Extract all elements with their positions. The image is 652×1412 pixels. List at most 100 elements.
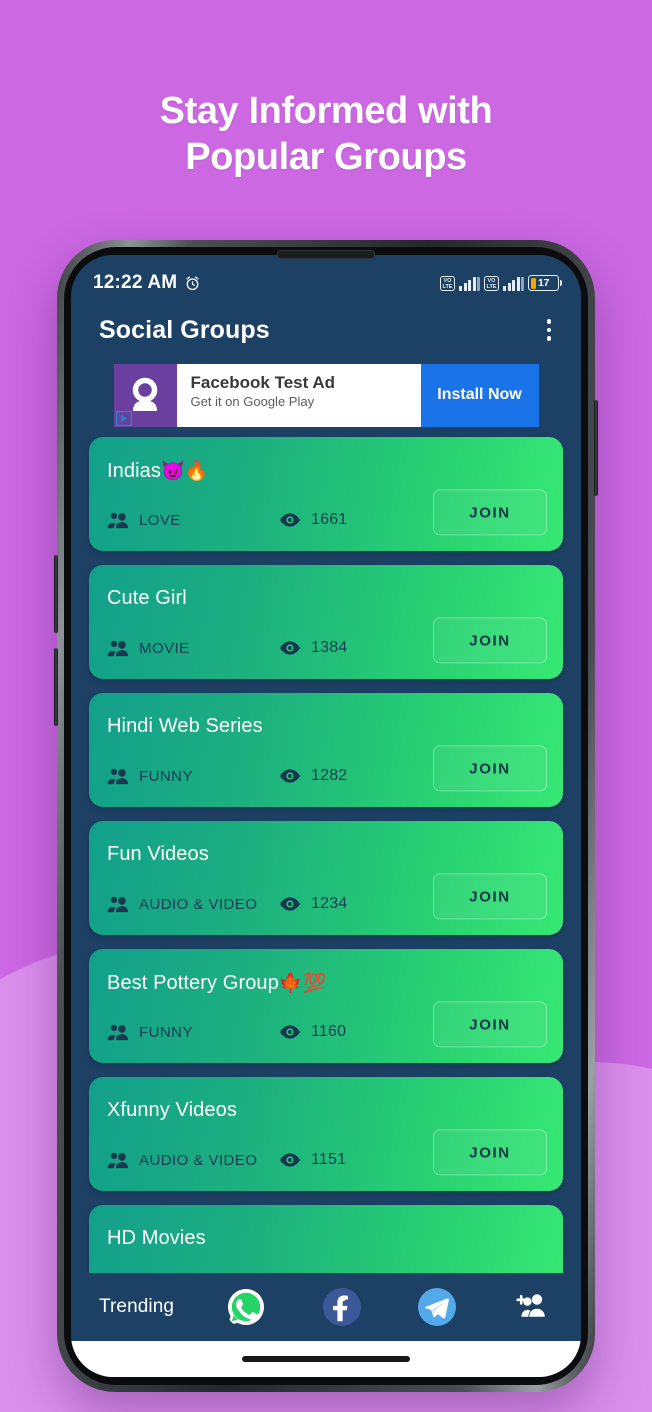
- bottom-navigation-bar: Trending: [71, 1273, 581, 1341]
- group-card[interactable]: HD Movies: [89, 1205, 563, 1273]
- nav-item-trending[interactable]: Trending: [99, 1296, 174, 1318]
- group-card[interactable]: Best Pottery Group🍁💯 FUNNY 1160 JOIN: [89, 949, 563, 1063]
- ad-banner-container: Facebook Test Ad Get it on Google Play I…: [71, 359, 581, 431]
- promo-heading-line-2: Popular Groups: [185, 136, 467, 178]
- group-name: Fun Videos: [107, 843, 209, 866]
- group-card[interactable]: Xfunny Videos AUDIO & VIDEO 1151 JOIN: [89, 1077, 563, 1191]
- app-bar: Social Groups: [71, 301, 581, 359]
- group-views-block: 1160: [279, 1023, 346, 1041]
- group-name-text: Hindi Web Series: [107, 715, 263, 737]
- ad-banner[interactable]: Facebook Test Ad Get it on Google Play I…: [113, 363, 539, 427]
- group-name-emoji: 🍁💯: [278, 973, 327, 994]
- group-category-label: MOVIE: [139, 639, 190, 657]
- gesture-home-pill[interactable]: [242, 1356, 410, 1362]
- group-name: HD Movies: [107, 1227, 206, 1250]
- group-category-label: FUNNY: [139, 1023, 193, 1041]
- whatsapp-icon: [228, 1289, 265, 1326]
- group-name-text: Best Pottery Group: [107, 972, 279, 994]
- join-button[interactable]: JOIN: [433, 1129, 547, 1176]
- facebook-icon: [322, 1288, 361, 1326]
- group-list[interactable]: Indias😈🔥 LOVE 1661 JOIN Cute Girl MOVIE 1384 JO…: [71, 431, 581, 1273]
- more-vertical-icon[interactable]: [543, 313, 556, 347]
- ad-title: Facebook Test Ad: [190, 372, 336, 392]
- volte-sim2-icon: VO LTE: [484, 275, 499, 291]
- group-category-block: LOVE: [107, 511, 181, 529]
- eye-icon: [279, 1153, 301, 1167]
- group-views-block: 1282: [279, 767, 347, 785]
- group-category-label: AUDIO & VIDEO: [139, 1151, 258, 1169]
- ad-avatar-icon: [132, 377, 158, 411]
- status-bar-left: 12:22 AM: [93, 272, 201, 294]
- eye-icon: [279, 1025, 301, 1039]
- people-icon: [107, 512, 129, 529]
- ad-install-button[interactable]: Install Now: [420, 363, 539, 427]
- volume-down-button[interactable]: [54, 648, 58, 726]
- group-category-block: FUNNY: [107, 767, 193, 785]
- status-bar-right: VO LTE VO LTE 17: [440, 275, 562, 291]
- group-category-label: AUDIO & VIDEO: [139, 895, 258, 913]
- ad-app-icon: [113, 363, 177, 427]
- join-button[interactable]: JOIN: [433, 745, 547, 792]
- group-name: Hindi Web Series: [107, 715, 263, 738]
- group-name: Best Pottery Group🍁💯: [107, 971, 326, 995]
- group-name: Cute Girl: [107, 587, 187, 610]
- gesture-navigation-area: [71, 1341, 581, 1377]
- group-category-block: FUNNY: [107, 1023, 193, 1041]
- group-name-text: Fun Videos: [107, 843, 209, 865]
- nav-item-add-group[interactable]: [509, 1284, 555, 1330]
- nav-item-facebook[interactable]: [319, 1284, 365, 1330]
- signal-strength-sim2-icon: [503, 276, 524, 291]
- battery-icon: 17: [528, 275, 562, 291]
- promo-heading-line-1: Stay Informed with: [159, 90, 493, 132]
- eye-icon: [279, 769, 301, 783]
- group-views-count: 1384: [311, 639, 348, 656]
- group-name: Xfunny Videos: [107, 1099, 237, 1122]
- telegram-icon: [417, 1288, 456, 1326]
- group-views-count: 1234: [311, 895, 348, 912]
- people-icon: [107, 640, 129, 657]
- group-card[interactable]: Hindi Web Series FUNNY 1282 JOIN: [89, 693, 563, 807]
- eye-icon: [279, 641, 301, 655]
- eye-icon: [279, 513, 301, 527]
- join-button[interactable]: JOIN: [433, 617, 547, 664]
- group-name-text: Xfunny Videos: [107, 1099, 237, 1121]
- power-button[interactable]: [594, 400, 598, 496]
- group-category-block: AUDIO & VIDEO: [107, 895, 257, 913]
- people-icon: [107, 768, 129, 785]
- nav-item-whatsapp[interactable]: [223, 1284, 269, 1330]
- ad-text-block: Facebook Test Ad Get it on Google Play: [176, 363, 421, 427]
- join-button[interactable]: JOIN: [433, 1001, 547, 1048]
- group-views-count: 1282: [311, 767, 348, 784]
- group-views-block: 1234: [279, 895, 347, 913]
- group-views-block: 1661: [279, 511, 347, 529]
- adchoices-icon[interactable]: [115, 410, 132, 426]
- nav-item-telegram[interactable]: [414, 1284, 460, 1330]
- group-category-label: LOVE: [139, 511, 181, 529]
- ad-subtitle: Get it on Google Play: [190, 393, 315, 409]
- join-button[interactable]: JOIN: [433, 873, 547, 920]
- group-card[interactable]: Fun Videos AUDIO & VIDEO 1234 JOIN: [89, 821, 563, 935]
- group-name-text: HD Movies: [107, 1227, 206, 1249]
- alarm-clock-icon: [186, 275, 199, 290]
- eye-icon: [279, 897, 301, 911]
- group-name-text: Indias: [107, 460, 161, 482]
- join-button[interactable]: JOIN: [433, 489, 547, 536]
- battery-level-label: 17: [537, 277, 550, 289]
- group-card[interactable]: Cute Girl MOVIE 1384 JOIN: [89, 565, 563, 679]
- group-category-label: FUNNY: [139, 767, 193, 785]
- group-views-count: 1661: [311, 511, 348, 528]
- group-card[interactable]: Indias😈🔥 LOVE 1661 JOIN: [89, 437, 563, 551]
- group-views-count: 1160: [311, 1023, 347, 1040]
- page-title: Social Groups: [99, 315, 270, 344]
- group-views-block: 1384: [279, 639, 347, 657]
- earpiece-speaker-icon: [277, 250, 375, 259]
- group-views-count: 1151: [311, 1151, 347, 1168]
- people-icon: [107, 896, 129, 913]
- volume-up-button[interactable]: [54, 555, 58, 633]
- volte-sim1-icon: VO LTE: [440, 275, 455, 291]
- group-category-block: MOVIE: [107, 639, 190, 657]
- group-views-block: 1151: [279, 1151, 346, 1169]
- people-icon: [107, 1024, 129, 1041]
- promo-heading: Stay Informed with Popular Groups: [0, 88, 652, 180]
- group-name-text: Cute Girl: [107, 587, 187, 609]
